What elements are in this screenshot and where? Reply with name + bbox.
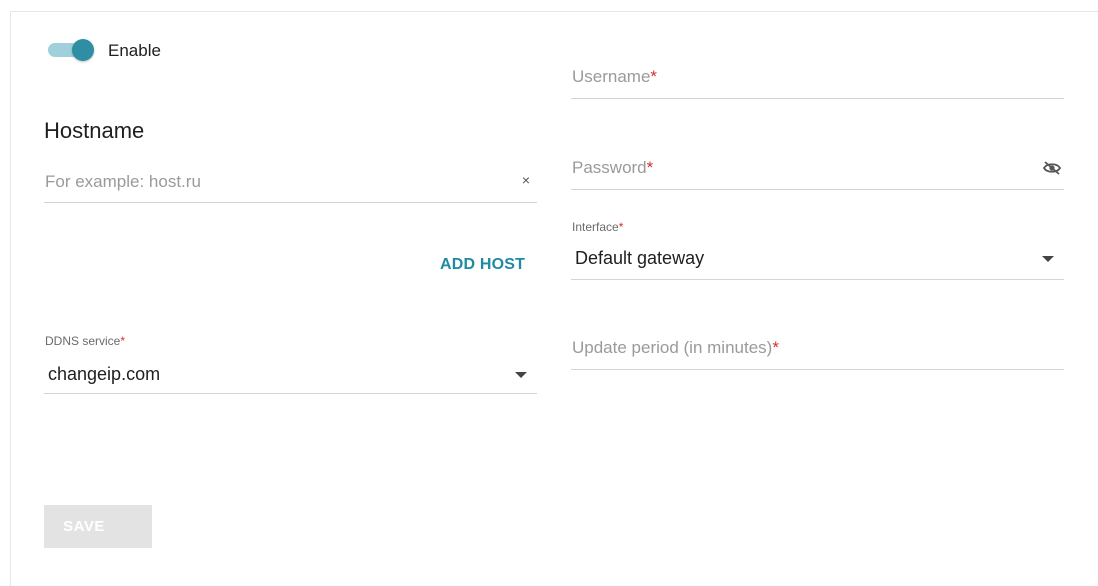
hostname-title: Hostname [44,118,145,143]
clear-icon[interactable]: × [519,173,533,187]
username-placeholder: Username* [572,67,658,86]
ddns-service-value: changeip.com [48,364,161,384]
required-mark: * [120,334,126,348]
toggle-knob [72,39,94,61]
add-host-button[interactable]: ADD HOST [440,256,525,274]
required-mark: * [646,158,654,177]
password-input[interactable]: Password* [571,148,1064,190]
panel-left-border [10,11,11,586]
required-mark: * [772,338,779,357]
interface-value: Default gateway [575,248,705,268]
save-button[interactable]: SAVE [44,505,152,548]
interface-select[interactable]: Interface* Default gateway [571,220,1064,280]
enable-toggle[interactable] [44,38,96,62]
eye-off-icon[interactable] [1042,160,1062,176]
hostname-input[interactable]: For example: host.ru × [44,160,537,203]
interface-label: Interface* [572,220,624,234]
ddns-service-label: DDNS service* [45,334,126,348]
update-period-placeholder: Update period (in minutes)* [572,338,779,357]
enable-label: Enable [108,41,161,60]
required-mark: * [618,220,624,234]
chevron-down-icon [1042,256,1054,262]
password-placeholder: Password* [572,158,654,177]
chevron-down-icon [515,372,527,378]
username-input[interactable]: Username* [571,58,1064,99]
required-mark: * [650,67,658,86]
hostname-placeholder: For example: host.ru [45,172,201,191]
panel-top-border [10,11,1098,12]
ddns-service-select[interactable]: DDNS service* changeip.com [44,334,537,394]
update-period-input[interactable]: Update period (in minutes)* [571,330,1064,370]
